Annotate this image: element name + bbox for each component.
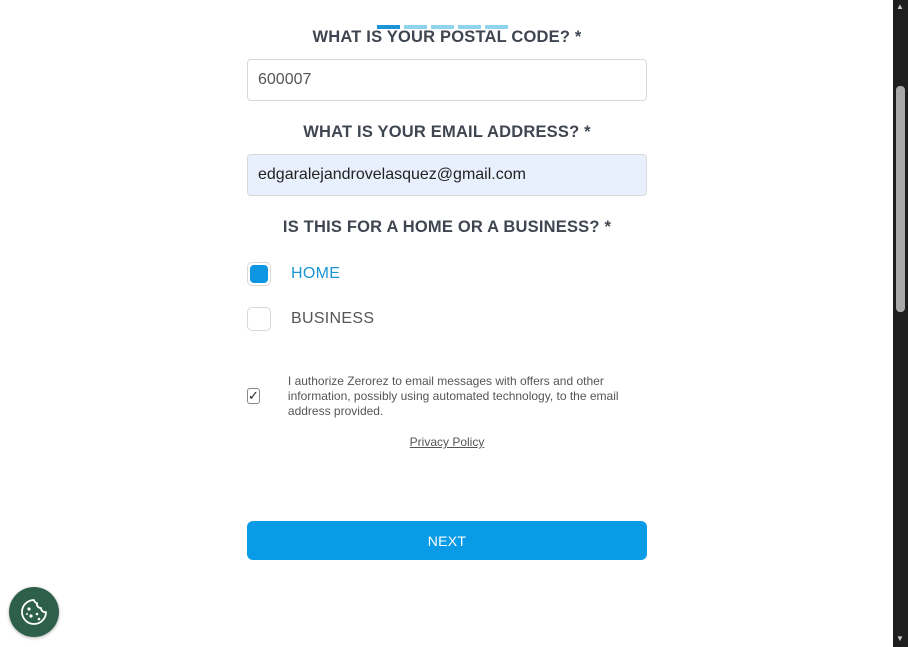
- next-button[interactable]: NEXT: [247, 521, 647, 560]
- option-home[interactable]: HOME: [247, 262, 340, 286]
- business-label[interactable]: BUSINESS: [291, 310, 374, 328]
- email-input[interactable]: edgaralejandrovelasquez@gmail.com: [247, 154, 647, 196]
- privacy-policy-link[interactable]: Privacy Policy: [247, 435, 647, 449]
- scroll-down-icon[interactable]: ▼: [896, 634, 904, 643]
- option-business[interactable]: BUSINESS: [247, 307, 374, 331]
- consent-checkbox[interactable]: ✓: [247, 388, 260, 404]
- cookie-icon: [21, 599, 47, 625]
- property-type-label: IS THIS FOR A HOME OR A BUSINESS? *: [282, 218, 612, 236]
- postal-code-label: WHAT IS YOUR POSTAL CODE? *: [312, 28, 582, 46]
- scroll-thumb[interactable]: [896, 86, 905, 312]
- business-checkbox[interactable]: [247, 307, 271, 331]
- scroll-up-icon[interactable]: ▲: [896, 2, 904, 11]
- checkmark-icon: ✓: [248, 388, 259, 403]
- postal-code-input[interactable]: 600007: [247, 59, 647, 101]
- email-consent: ✓ I authorize Zerorez to email messages …: [247, 374, 647, 419]
- cookie-settings-button[interactable]: [9, 587, 59, 637]
- selected-indicator: [250, 265, 268, 283]
- consent-text: I authorize Zerorez to email messages wi…: [287, 374, 619, 418]
- home-label[interactable]: HOME: [291, 265, 340, 283]
- page-scrollbar[interactable]: ▲ ▼: [893, 0, 908, 647]
- email-label: WHAT IS YOUR EMAIL ADDRESS? *: [303, 123, 591, 141]
- home-checkbox[interactable]: [247, 262, 271, 286]
